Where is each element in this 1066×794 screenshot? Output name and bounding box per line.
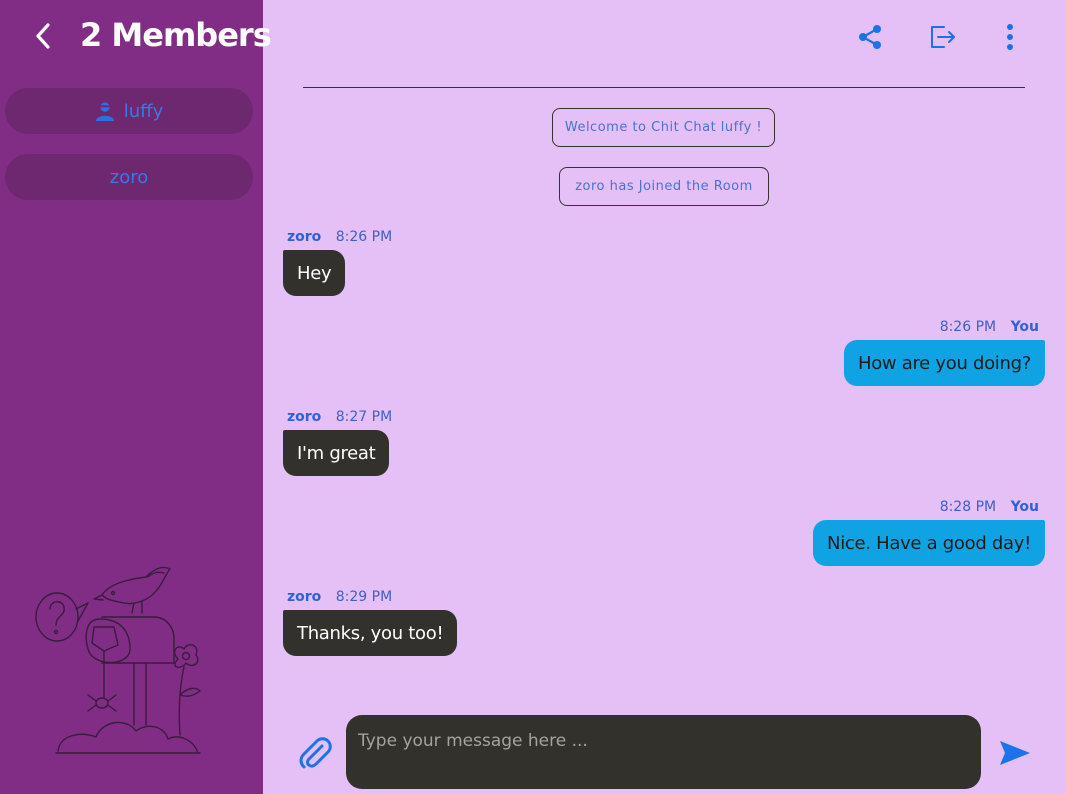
share-button[interactable] xyxy=(855,22,885,52)
message-time: 8:27 PM xyxy=(335,409,393,425)
member-item-luffy[interactable]: luffy xyxy=(5,88,253,134)
message-time: 8:26 PM xyxy=(335,229,393,245)
message-sender: You xyxy=(1010,319,1039,335)
leave-room-icon xyxy=(931,26,955,48)
chevron-left-icon xyxy=(36,23,50,49)
leave-room-button[interactable] xyxy=(927,22,957,52)
message-sender: zoro xyxy=(287,589,322,605)
more-vertical-icon xyxy=(1007,24,1013,50)
header-divider xyxy=(303,87,1025,88)
message-meta: zoro 8:29 PM xyxy=(287,589,392,605)
send-button[interactable] xyxy=(995,733,1035,773)
message-time: 8:28 PM xyxy=(939,499,997,515)
back-button[interactable] xyxy=(30,20,56,52)
share-icon xyxy=(859,25,881,49)
message-sender: zoro xyxy=(287,229,322,245)
message-sender: zoro xyxy=(287,409,322,425)
system-notice: zoro has Joined the Room xyxy=(559,167,769,206)
message-meta: zoro 8:27 PM xyxy=(287,409,392,425)
send-icon xyxy=(1000,741,1030,765)
message-meta: 8:26 PM You xyxy=(940,319,1039,335)
more-options-button[interactable] xyxy=(995,22,1025,52)
message-meta: zoro 8:26 PM xyxy=(287,229,392,245)
message-input[interactable] xyxy=(346,715,981,789)
system-notice: Welcome to Chit Chat luffy ! xyxy=(552,108,775,147)
chat-panel: Welcome to Chit Chat luffy ! zoro has Jo… xyxy=(263,0,1066,794)
members-sidebar: 2 Members luffy zoro xyxy=(0,0,272,794)
message-bubble-outgoing: How are you doing? xyxy=(843,340,1045,386)
message-time: 8:26 PM xyxy=(939,319,997,335)
paperclip-icon xyxy=(299,737,332,769)
message-bubble-incoming: I'm great xyxy=(283,430,390,476)
member-name: luffy xyxy=(123,100,164,122)
message-bubble-outgoing: Nice. Have a good day! xyxy=(813,520,1045,566)
user-icon xyxy=(95,101,115,121)
message-time: 8:29 PM xyxy=(335,589,393,605)
member-name: zoro xyxy=(109,166,149,188)
attach-button[interactable] xyxy=(295,733,335,773)
message-bubble-incoming: Hey xyxy=(283,250,346,296)
message-sender: You xyxy=(1010,499,1039,515)
sidebar-header: 2 Members xyxy=(0,14,272,62)
message-bubble-incoming: Thanks, you too! xyxy=(283,610,458,656)
members-count-title: 2 Members xyxy=(80,16,272,54)
member-item-zoro[interactable]: zoro xyxy=(5,154,253,200)
message-meta: 8:28 PM You xyxy=(940,499,1039,515)
mailbox-illustration xyxy=(35,566,201,754)
